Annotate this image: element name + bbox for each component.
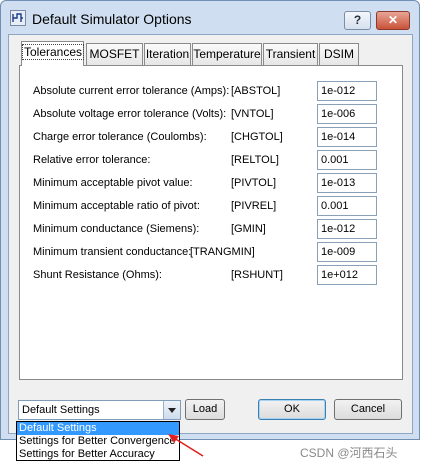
rshunt-param: [RSHUNT]	[231, 269, 283, 281]
tab-iteration-label: Iteration	[145, 47, 190, 61]
pivtol-param: [PIVTOL]	[231, 177, 277, 189]
ok-button[interactable]: OK	[258, 399, 326, 420]
tolerance-row-pivtol: Minimum acceptable pivot value: [PIVTOL]	[20, 173, 402, 193]
annotation-arrow-icon	[168, 434, 204, 457]
dialog-title: Default Simulator Options	[32, 11, 192, 27]
pivrel-label: Minimum acceptable ratio of pivot:	[33, 200, 200, 212]
cancel-button[interactable]: Cancel	[334, 399, 402, 420]
reltol-input[interactable]	[317, 150, 377, 170]
tolerance-row-rshunt: Shunt Resistance (Ohms): [RSHUNT]	[20, 265, 402, 285]
tab-temperature-label: Temperature	[193, 47, 261, 61]
tab-mosfet[interactable]: MOSFET	[86, 43, 143, 65]
dropdown-option-better-convergence[interactable]: Settings for Better Convergence	[17, 435, 179, 448]
dialog-body: Tolerances MOSFET Iteration Temperature …	[8, 34, 413, 434]
settings-preset-value: Default Settings	[22, 404, 100, 416]
rshunt-label: Shunt Resistance (Ohms):	[33, 269, 162, 281]
watermark-text: CSDN @河西石头	[300, 446, 398, 460]
load-button[interactable]: Load	[185, 399, 225, 420]
tab-dsim[interactable]: DSIM	[319, 43, 359, 65]
tab-temperature[interactable]: Temperature	[192, 43, 262, 65]
trangmin-input[interactable]	[317, 242, 377, 262]
pivrel-input[interactable]	[317, 196, 377, 216]
tab-mosfet-label: MOSFET	[89, 47, 140, 61]
tolerance-row-chgtol: Charge error tolerance (Coulombs): [CHGT…	[20, 127, 402, 147]
tolerance-row-reltol: Relative error tolerance: [RELTOL]	[20, 150, 402, 170]
chevron-down-icon[interactable]	[163, 401, 180, 419]
tolerance-row-vntol: Absolute voltage error tolerance (Volts)…	[20, 104, 402, 124]
vntol-label: Absolute voltage error tolerance (Volts)…	[33, 108, 227, 120]
tab-iteration[interactable]: Iteration	[144, 43, 191, 65]
close-button[interactable]: ✕	[376, 11, 410, 30]
chgtol-label: Charge error tolerance (Coulombs):	[33, 131, 207, 143]
simulator-options-dialog: Default Simulator Options ? ✕ Tolerances…	[0, 0, 420, 440]
dropdown-option-default[interactable]: Default Settings	[17, 422, 179, 435]
title-bar: Default Simulator Options ? ✕	[1, 1, 419, 35]
tolerance-row-pivrel: Minimum acceptable ratio of pivot: [PIVR…	[20, 196, 402, 216]
trangmin-label: Minimum transient conductance:	[33, 246, 192, 258]
reltol-label: Relative error tolerance:	[33, 154, 151, 166]
tolerance-row-gmin: Minimum conductance (Siemens): [GMIN]	[20, 219, 402, 239]
gmin-input[interactable]	[317, 219, 377, 239]
help-button[interactable]: ?	[344, 11, 371, 30]
tolerance-row-abstol: Absolute current error tolerance (Amps):…	[20, 81, 402, 101]
tab-transient-label: Transient	[265, 47, 316, 61]
vntol-input[interactable]	[317, 104, 377, 124]
tab-tolerances[interactable]: Tolerances	[21, 41, 85, 66]
simulator-app-icon	[10, 10, 26, 26]
trangmin-param: [TRANGMIN]	[190, 246, 255, 258]
tab-tolerances-label: Tolerances	[22, 44, 85, 60]
reltol-param: [RELTOL]	[231, 154, 279, 166]
gmin-label: Minimum conductance (Siemens):	[33, 223, 200, 235]
tolerance-row-trangmin: Minimum transient conductance: [TRANGMIN…	[20, 242, 402, 262]
dropdown-option-better-accuracy[interactable]: Settings for Better Accuracy	[17, 448, 179, 461]
chgtol-input[interactable]	[317, 127, 377, 147]
abstol-param: [ABSTOL]	[231, 85, 281, 97]
rshunt-input[interactable]	[317, 265, 377, 285]
gmin-param: [GMIN]	[231, 223, 266, 235]
chgtol-param: [CHGTOL]	[231, 131, 283, 143]
settings-preset-select[interactable]: Default Settings	[18, 400, 181, 420]
settings-preset-dropdown: Default Settings Settings for Better Con…	[16, 421, 180, 461]
pivtol-input[interactable]	[317, 173, 377, 193]
pivrel-param: [PIVREL]	[231, 200, 277, 212]
abstol-label: Absolute current error tolerance (Amps):	[33, 85, 230, 97]
tab-dsim-label: DSIM	[324, 47, 354, 61]
abstol-input[interactable]	[317, 81, 377, 101]
tab-transient[interactable]: Transient	[263, 43, 318, 65]
tolerances-panel: Absolute current error tolerance (Amps):…	[19, 65, 403, 380]
vntol-param: [VNTOL]	[231, 108, 274, 120]
pivtol-label: Minimum acceptable pivot value:	[33, 177, 193, 189]
